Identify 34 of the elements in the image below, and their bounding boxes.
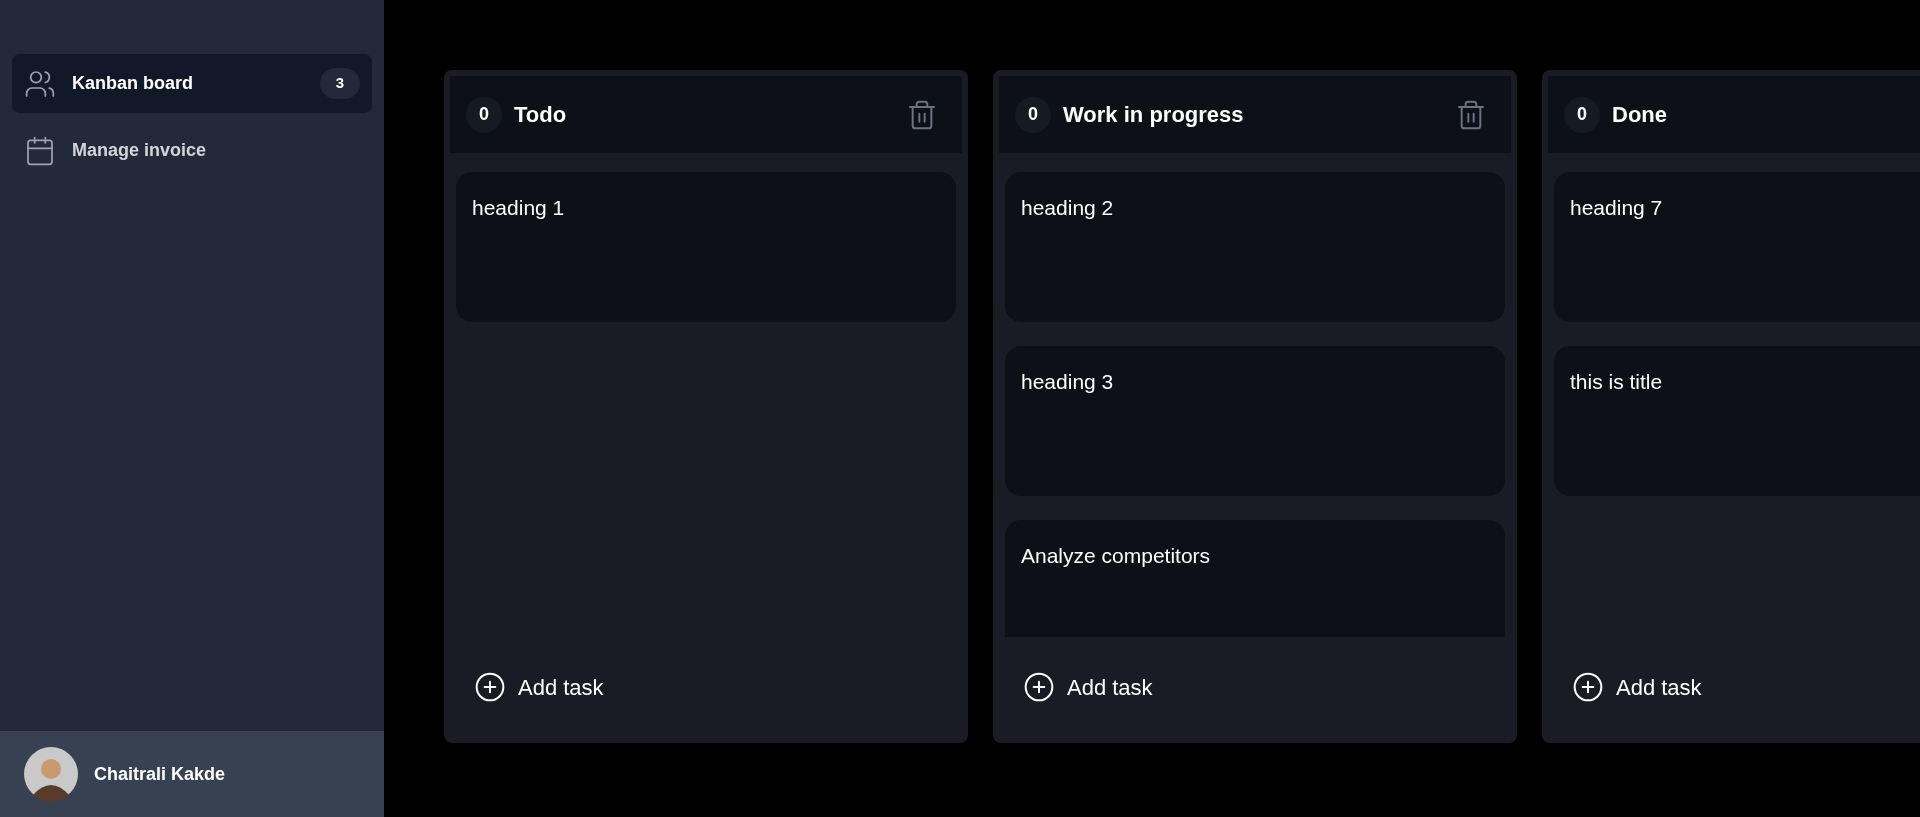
add-task-button[interactable]: Add task <box>474 670 604 704</box>
task-title: this is title <box>1570 370 1663 393</box>
task-card[interactable]: this is title <box>1554 346 1920 496</box>
sidebar-item[interactable]: Kanban board 3 <box>12 54 372 113</box>
count-badge: 3 <box>319 68 360 99</box>
task-card[interactable]: Analyze competitors <box>1005 520 1505 637</box>
count-badge: 0 <box>1564 96 1600 133</box>
plus-circle-icon <box>1572 671 1604 703</box>
task-card[interactable]: heading 3 <box>1005 346 1505 496</box>
column-title: Done <box>1612 101 1668 129</box>
add-task-button[interactable]: Add task <box>1023 670 1153 704</box>
task-title: heading 1 <box>472 196 565 219</box>
task-title: Analyze competitors <box>1021 544 1211 567</box>
task-card[interactable]: heading 1 <box>456 172 956 322</box>
plus-circle-icon <box>1023 671 1055 703</box>
task-card[interactable]: heading 2 <box>1005 172 1505 322</box>
add-task-button[interactable]: Add task <box>1572 670 1702 704</box>
trash-icon[interactable] <box>906 98 938 131</box>
trash-icon[interactable] <box>1455 98 1487 131</box>
column-title: Work in progress <box>1063 101 1245 129</box>
task-title: heading 7 <box>1570 196 1663 219</box>
sidebar-item[interactable]: Manage invoice <box>12 121 372 180</box>
task-title: heading 2 <box>1021 196 1114 219</box>
sidebar-label: Kanban board <box>72 72 194 95</box>
user-name: Chaitrali Kakde <box>94 762 226 786</box>
task-title: heading 3 <box>1021 370 1114 393</box>
sidebar-label: Manage invoice <box>72 139 208 162</box>
avatar-icon <box>24 747 78 801</box>
count-badge: 0 <box>1015 96 1051 133</box>
calendar-icon <box>24 134 56 167</box>
count-badge: 0 <box>466 96 502 133</box>
column-title: Todo <box>514 101 568 129</box>
task-card[interactable]: heading 7 <box>1554 172 1920 322</box>
plus-circle-icon <box>474 671 506 703</box>
